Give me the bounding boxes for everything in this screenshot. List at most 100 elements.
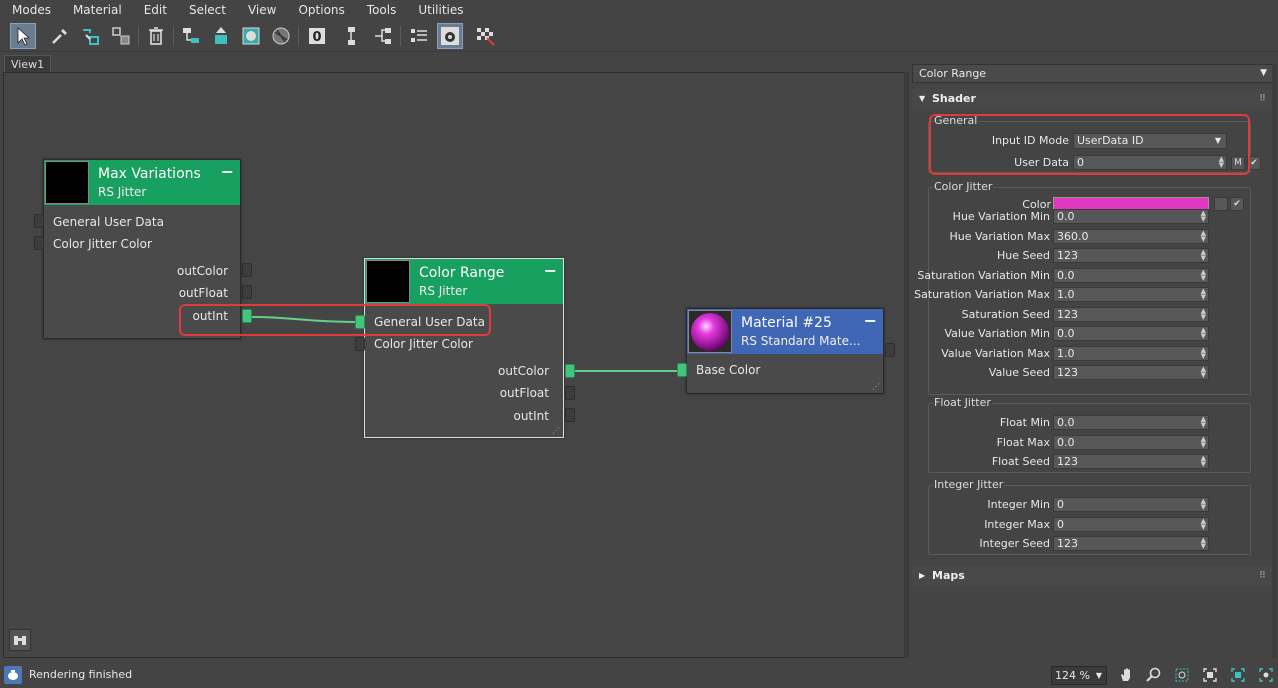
zoom-extents-icon[interactable] (1201, 666, 1219, 684)
zoom-region-icon[interactable] (1173, 666, 1191, 684)
output-port[interactable] (242, 263, 252, 277)
input-port[interactable] (34, 236, 44, 250)
spinner-arrows-icon[interactable]: ▲ ▼ (1201, 347, 1206, 360)
layout-children-icon[interactable] (370, 23, 396, 49)
resize-grip-icon[interactable]: ⋰ (552, 426, 560, 435)
pan-hand-icon[interactable] (1117, 666, 1135, 684)
menu-edit[interactable]: Edit (132, 0, 177, 20)
resize-grip-icon[interactable]: ⋰ (872, 382, 880, 391)
param-spinner[interactable]: 0.0 ▲ ▼ (1053, 415, 1209, 430)
delete-icon[interactable] (143, 23, 169, 49)
param-spinner[interactable]: 1.0 ▲ ▼ (1053, 287, 1209, 302)
canvas-scrollbar[interactable] (904, 72, 909, 658)
checkbox-check-icon[interactable]: ✔ (1230, 197, 1244, 211)
spinner-arrows-icon[interactable]: ▲ ▼ (1201, 436, 1206, 449)
menu-utilities[interactable]: Utilities (406, 0, 473, 20)
spinner-arrows-icon[interactable]: ▲ ▼ (1201, 498, 1206, 511)
move-children-icon[interactable] (178, 23, 204, 49)
param-label: Integer Min (987, 498, 1050, 511)
param-spinner[interactable]: 123 ▲ ▼ (1053, 536, 1209, 551)
maximize-toggle-icon[interactable] (1257, 666, 1275, 684)
param-spinner[interactable]: 0.0 ▲ ▼ (1053, 209, 1209, 224)
select-arrow-icon[interactable] (10, 23, 36, 49)
spinner-arrows-icon[interactable]: ▲ ▼ (1201, 269, 1206, 282)
spinner-arrows-icon[interactable]: ▲ ▼ (1201, 537, 1206, 550)
param-spinner[interactable]: 123 ▲ ▼ (1053, 248, 1209, 263)
collapse-icon[interactable]: − (864, 311, 877, 330)
zoom-magnifier-icon[interactable] (1145, 666, 1163, 684)
collapse-icon[interactable]: − (544, 261, 557, 280)
eyedropper-icon[interactable] (47, 23, 73, 49)
menu-tools[interactable]: Tools (355, 0, 407, 20)
menu-view[interactable]: View (236, 0, 286, 20)
hide-unused-icon[interactable] (406, 23, 432, 49)
output-port-outcolor[interactable] (565, 364, 575, 378)
input-port-base-color[interactable] (677, 363, 687, 377)
spinner-arrows-icon[interactable]: ▲ ▼ (1201, 230, 1206, 243)
panel-scrollbar[interactable] (1272, 64, 1277, 658)
output-port[interactable] (565, 386, 575, 400)
collapse-icon[interactable]: − (221, 162, 234, 181)
param-spinner[interactable]: 123 ▲ ▼ (1053, 454, 1209, 469)
output-port[interactable] (565, 408, 575, 422)
status-bar: Rendering finished 124 % ▼ (0, 663, 1278, 688)
rollout-maps[interactable]: ▶ Maps ⠿ (912, 566, 1272, 586)
param-spinner[interactable]: 0.0 ▲ ▼ (1053, 268, 1209, 283)
menu-modes[interactable]: Modes (0, 0, 61, 20)
drag-handle-icon[interactable]: ⠿ (1259, 89, 1266, 109)
param-spinner[interactable]: 123 ▲ ▼ (1053, 307, 1209, 322)
spinner-arrows-icon[interactable]: ▲ ▼ (1201, 249, 1206, 262)
output-port[interactable] (885, 343, 895, 357)
zoom-dropdown[interactable]: 124 % ▼ (1051, 666, 1107, 685)
collapse-triangle-icon: ▼ (919, 94, 926, 103)
menu-options[interactable]: Options (286, 0, 354, 20)
material-id-channel-icon[interactable]: 0 (304, 23, 330, 49)
param-spinner[interactable]: 0 ▲ ▼ (1053, 517, 1209, 532)
param-spinner[interactable]: 0.0 ▲ ▼ (1053, 435, 1209, 450)
checker-background-icon[interactable] (268, 23, 294, 49)
chevron-down-icon[interactable]: ▼ (1260, 65, 1267, 82)
spinner-arrows-icon[interactable]: ▲ ▼ (1201, 416, 1206, 429)
node-header[interactable]: Color Range RS Jitter − (365, 259, 563, 304)
group-title: Color Jitter (933, 180, 994, 193)
output-port[interactable] (242, 285, 252, 299)
param-spinner[interactable]: 0.0 ▲ ▼ (1053, 326, 1209, 341)
node-color-range[interactable]: Color Range RS Jitter − General User Dat… (364, 258, 564, 438)
zoom-extents-selected-icon[interactable] (1229, 666, 1247, 684)
rollout-shader[interactable]: ▼ Shader ⠿ (912, 89, 1272, 109)
node-header[interactable]: Max Variations RS Jitter − (44, 160, 240, 205)
spinner-arrows-icon[interactable]: ▲ ▼ (1201, 327, 1206, 340)
param-spinner[interactable]: 123 ▲ ▼ (1053, 365, 1209, 380)
view-tab[interactable]: View1 (4, 55, 52, 72)
param-spinner[interactable]: 360.0 ▲ ▼ (1053, 229, 1209, 244)
spinner-arrows-icon[interactable]: ▲ ▼ (1201, 210, 1206, 223)
node-editor-canvas[interactable]: Max Variations RS Jitter − General User … (3, 72, 905, 658)
node-material-25[interactable]: Material #25 RS Standard Mate... − Base … (686, 308, 884, 394)
input-port[interactable] (355, 337, 365, 351)
menu-material[interactable]: Material (61, 0, 132, 20)
show-background-icon[interactable] (472, 23, 498, 49)
spinner-arrows-icon[interactable]: ▲ ▼ (1201, 366, 1206, 379)
spinner-arrows-icon[interactable]: ▲ ▼ (1201, 288, 1206, 301)
spinner-arrows-icon[interactable]: ▲ ▼ (1201, 455, 1206, 468)
spinner-arrows-icon[interactable]: ▲ ▼ (1201, 518, 1206, 531)
layout-all-icon[interactable] (340, 23, 366, 49)
put-to-library-icon[interactable] (108, 23, 134, 49)
input-port[interactable] (34, 214, 44, 228)
drag-handle-icon[interactable]: ⠿ (1259, 566, 1266, 586)
input-general-user-data: General User Data (53, 215, 164, 229)
param-spinner[interactable]: 0 ▲ ▼ (1053, 497, 1209, 512)
map-slot-button[interactable] (1214, 197, 1228, 211)
toggle-navigator-icon[interactable] (437, 23, 463, 49)
param-label: Integer Seed (979, 537, 1050, 550)
param-label: Hue Variation Max (949, 230, 1050, 243)
spinner-arrows-icon[interactable]: ▲ ▼ (1201, 308, 1206, 321)
show-map-icon[interactable] (238, 23, 264, 49)
navigator-icon[interactable] (9, 629, 31, 651)
pick-material-icon[interactable] (78, 23, 104, 49)
panel-title[interactable]: Color Range ▼ (912, 64, 1274, 83)
put-to-scene-icon[interactable] (208, 23, 234, 49)
param-spinner[interactable]: 1.0 ▲ ▼ (1053, 346, 1209, 361)
node-header[interactable]: Material #25 RS Standard Mate... − (687, 309, 883, 354)
menu-select[interactable]: Select (177, 0, 236, 20)
